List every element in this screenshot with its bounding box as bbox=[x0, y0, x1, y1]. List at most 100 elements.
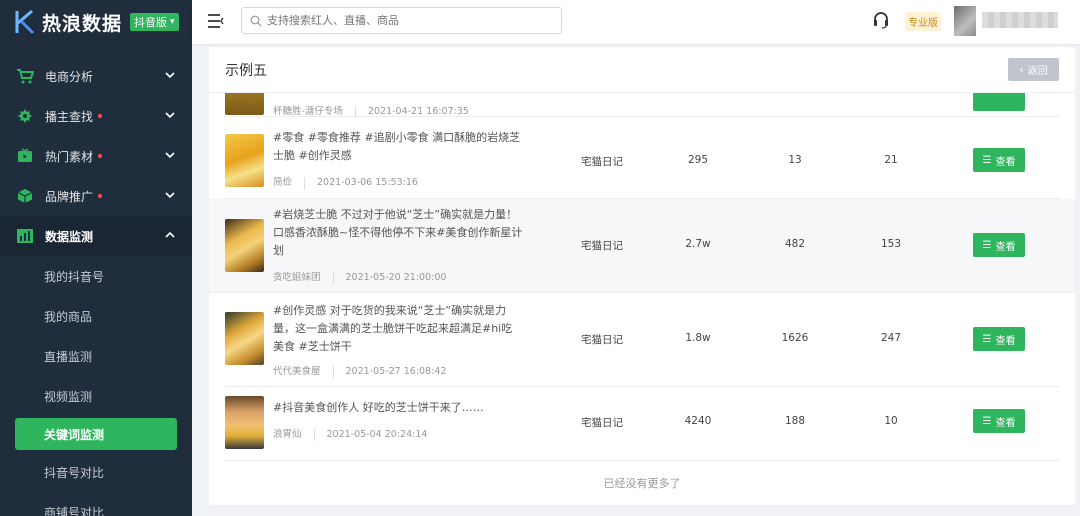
search-box[interactable] bbox=[241, 7, 562, 34]
nav-label: 播主查找 bbox=[45, 109, 94, 124]
row-meta: 浪胃仙 2021-05-04 20:24:14 bbox=[273, 426, 427, 441]
divider bbox=[304, 176, 306, 189]
video-thumbnail[interactable] bbox=[225, 93, 264, 115]
author-name[interactable]: 代代美食屋 bbox=[273, 366, 321, 377]
source-account: 宅猫日记 bbox=[581, 417, 623, 429]
nav-brand-promotion[interactable]: 品牌推广 bbox=[0, 176, 192, 216]
new-dot bbox=[98, 114, 103, 118]
plays-count: 2.7w bbox=[685, 238, 711, 250]
list-icon: ☰ bbox=[982, 239, 992, 251]
table-row: #抖音美食创作人 好吃的芝士饼干来了…… 浪胃仙 2021-05-04 20:24… bbox=[224, 387, 1060, 461]
likes-count: 1626 bbox=[781, 332, 809, 344]
brand-name: 热浪数据 bbox=[42, 12, 123, 35]
author-name[interactable]: 杯糖胜-溏仔专场 bbox=[273, 106, 343, 117]
menu-toggle-icon[interactable] bbox=[207, 13, 225, 29]
top-header: 专业版 bbox=[192, 0, 1080, 44]
new-dot bbox=[98, 154, 103, 158]
video-description[interactable]: #抖音美食创作人 好吃的芝士饼干来了…… bbox=[273, 399, 523, 417]
headset-icon[interactable] bbox=[872, 11, 890, 29]
publish-time: 2021-05-04 20:24:14 bbox=[326, 429, 428, 440]
card-header: 示例五 ‹ 返回 bbox=[209, 47, 1075, 93]
brand[interactable]: 热浪数据 抖音版 ▾ bbox=[0, 0, 192, 44]
video-thumbnail[interactable] bbox=[225, 396, 264, 449]
chevron-down-icon bbox=[165, 192, 175, 199]
view-button[interactable]: ☰ 查看 bbox=[973, 327, 1025, 351]
bar-chart-icon bbox=[16, 228, 34, 244]
subnav-my-products[interactable]: 我的商品 bbox=[0, 296, 192, 336]
divider bbox=[313, 428, 315, 441]
subnav-keyword-monitoring[interactable]: 关键词监测 bbox=[15, 418, 177, 450]
page-title: 示例五 bbox=[225, 62, 267, 79]
nav-data-monitoring[interactable]: 数据监测 bbox=[0, 216, 192, 256]
video-thumbnail[interactable] bbox=[225, 134, 264, 187]
divider bbox=[332, 271, 334, 284]
view-button[interactable]: ☰ 查看 bbox=[973, 148, 1025, 172]
source-account: 宅猫日记 bbox=[581, 240, 623, 252]
avatar[interactable] bbox=[954, 6, 976, 36]
plan-badge: 专业版 bbox=[905, 12, 941, 31]
nav-label: 数据监测 bbox=[45, 229, 94, 244]
row-meta: 杯糖胜-溏仔专场 2021-04-21 16:07:35 bbox=[273, 103, 469, 118]
video-description[interactable]: #岩烧芝士脆 不过对于他说“芝士”确实就是力量！口感香浓酥脆~怪不得他停不下来#… bbox=[273, 206, 523, 260]
comments-count: 21 bbox=[884, 154, 898, 166]
video-description[interactable]: #创作灵感 对于吃货的我来说“芝士”确实就是力量，这一盒满满的芝士脆饼干吃起来超… bbox=[273, 302, 523, 356]
gear-flower-icon bbox=[16, 108, 34, 124]
video-thumbnail[interactable] bbox=[225, 219, 264, 272]
nav-ecommerce-analysis[interactable]: 电商分析 bbox=[0, 56, 192, 96]
tv-icon bbox=[16, 148, 34, 164]
view-button[interactable] bbox=[973, 93, 1025, 111]
chevron-down-icon bbox=[165, 152, 175, 159]
platform-label: 抖音版 bbox=[134, 16, 168, 29]
publish-time: 2021-05-20 21:00:00 bbox=[345, 272, 447, 283]
user-name-blurred[interactable] bbox=[982, 12, 1058, 28]
subnav-my-douyin[interactable]: 我的抖音号 bbox=[0, 256, 192, 296]
nav-streamer-search[interactable]: 播主查找 bbox=[0, 96, 192, 136]
view-button[interactable]: ☰ 查看 bbox=[973, 409, 1025, 433]
table-row: #创作灵感 对于吃货的我来说“芝士”确实就是力量，这一盒满满的芝士脆饼干吃起来超… bbox=[224, 293, 1060, 387]
sidebar: 热浪数据 抖音版 ▾ 电商分析 播主查找 热门素材 品牌推广 数据监测 我的抖音… bbox=[0, 0, 192, 516]
comments-count: 153 bbox=[880, 238, 902, 250]
brand-logo-icon bbox=[15, 9, 35, 35]
divider bbox=[354, 105, 356, 118]
list-icon: ☰ bbox=[982, 333, 992, 345]
author-name[interactable]: 浪胃仙 bbox=[273, 429, 302, 440]
nav-hot-materials[interactable]: 热门素材 bbox=[0, 136, 192, 176]
row-meta: 代代美食屋 2021-05-27 16:08:42 bbox=[273, 363, 446, 378]
platform-switch[interactable]: 抖音版 ▾ bbox=[130, 13, 179, 31]
publish-time: 2021-04-21 16:07:35 bbox=[367, 106, 469, 117]
plays-count: 295 bbox=[687, 154, 709, 166]
subnav-shop-compare[interactable]: 商铺号对比 bbox=[0, 492, 192, 516]
search-input[interactable] bbox=[267, 14, 557, 27]
search-icon bbox=[250, 15, 262, 26]
row-meta: 贪吃姐妹团 2021-05-20 21:00:00 bbox=[273, 269, 446, 284]
back-button[interactable]: ‹ 返回 bbox=[1008, 58, 1059, 81]
nav-label: 热门素材 bbox=[45, 149, 94, 164]
video-description[interactable]: #零食 #零食推荐 #追剧小零食 满口酥脆的岩烧芝士脆 #创作灵感 bbox=[273, 129, 523, 165]
author-name[interactable]: 贪吃姐妹团 bbox=[273, 272, 321, 283]
video-list: 杯糖胜-溏仔专场 2021-04-21 16:07:35 #零食 #零食推荐 #追… bbox=[209, 93, 1075, 505]
view-button[interactable]: ☰ 查看 bbox=[973, 233, 1025, 257]
publish-time: 2021-05-27 16:08:42 bbox=[345, 366, 447, 377]
comments-count: 247 bbox=[880, 332, 902, 344]
view-label: 查看 bbox=[995, 241, 1016, 253]
author-name[interactable]: 简俭 bbox=[273, 177, 292, 188]
table-row: #零食 #零食推荐 #追剧小零食 满口酥脆的岩烧芝士脆 #创作灵感 简俭 2021… bbox=[224, 123, 1060, 199]
cart-icon bbox=[16, 68, 34, 84]
cube-icon bbox=[16, 188, 34, 204]
chevron-down-icon bbox=[165, 72, 175, 79]
chevron-down-icon: ▾ bbox=[170, 17, 175, 27]
subnav-account-compare[interactable]: 抖音号对比 bbox=[0, 452, 192, 492]
likes-count: 13 bbox=[788, 154, 802, 166]
view-label: 查看 bbox=[995, 417, 1016, 429]
table-row-hovered: #岩烧芝士脆 不过对于他说“芝士”确实就是力量！口感香浓酥脆~怪不得他停不下来#… bbox=[209, 199, 1075, 293]
plays-count: 1.8w bbox=[685, 332, 711, 344]
video-thumbnail[interactable] bbox=[225, 312, 264, 365]
no-more-text: 已经没有更多了 bbox=[603, 477, 681, 490]
new-dot bbox=[98, 194, 103, 198]
list-icon: ☰ bbox=[982, 415, 992, 427]
source-account: 宅猫日记 bbox=[581, 156, 623, 168]
source-account: 宅猫日记 bbox=[581, 334, 623, 346]
publish-time: 2021-03-06 15:53:16 bbox=[317, 177, 418, 188]
subnav-video-monitoring[interactable]: 视频监测 bbox=[0, 376, 192, 416]
subnav-live-monitoring[interactable]: 直播监测 bbox=[0, 336, 192, 376]
